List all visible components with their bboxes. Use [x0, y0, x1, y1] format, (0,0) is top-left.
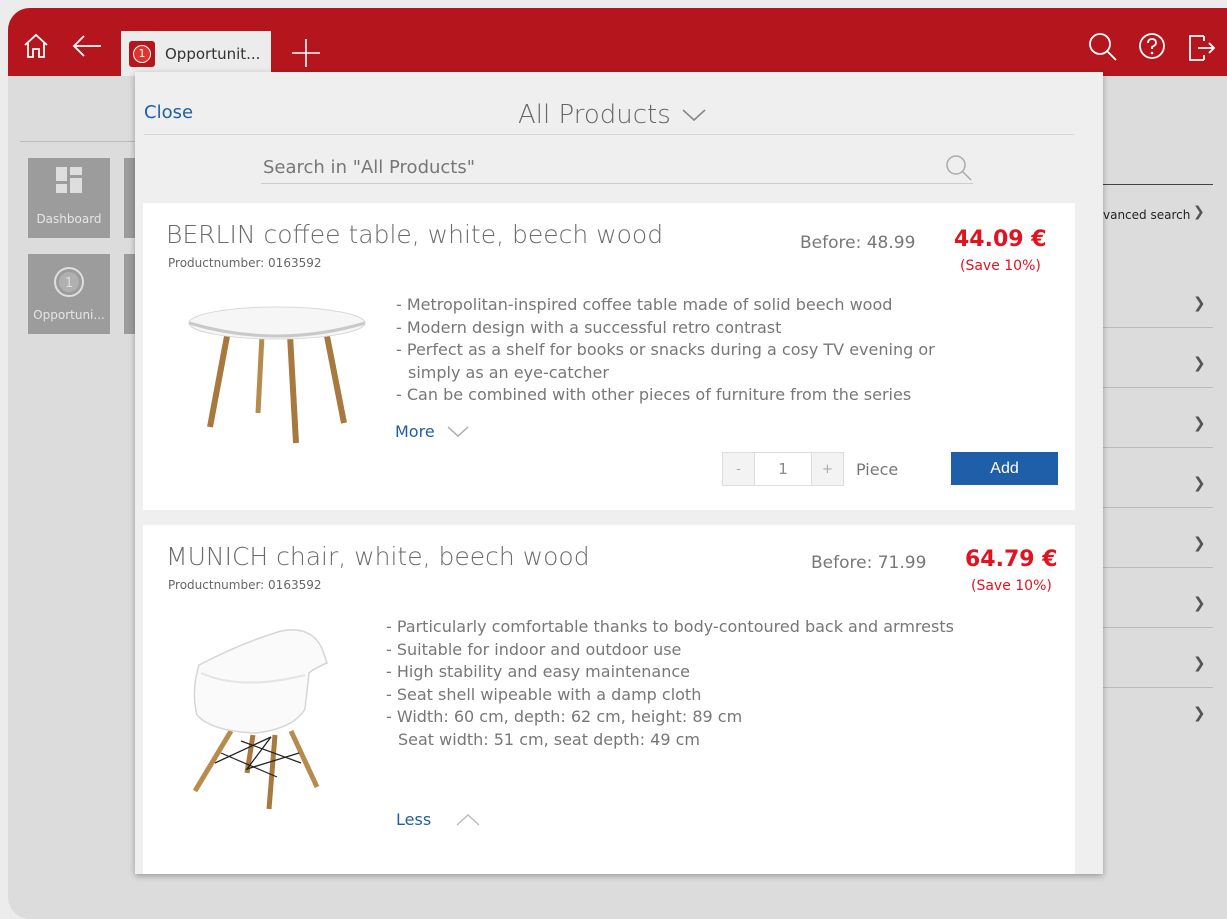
tile-label: Opportuni...	[33, 308, 105, 322]
chevron-down-icon	[682, 109, 706, 122]
advanced-search-link[interactable]: vanced search	[1103, 208, 1190, 222]
search-input[interactable]	[261, 152, 921, 182]
header-divider	[144, 134, 1074, 135]
more-toggle[interactable]: More	[395, 422, 469, 441]
product-name: BERLIN coffee table, white, beech wood	[166, 220, 664, 249]
quantity-value[interactable]: 1	[755, 452, 811, 486]
old-price: Before: 48.99	[800, 233, 916, 253]
discount-label: (Save 10%)	[960, 258, 1041, 274]
tab-opportunity[interactable]: 1 Opportunit...	[121, 31, 271, 76]
chevron-right-icon[interactable]: ❯	[1193, 594, 1206, 612]
product-name: MUNICH chair, white, beech wood	[166, 542, 590, 571]
close-button[interactable]: Close	[144, 102, 193, 123]
search-icon[interactable]	[945, 154, 973, 182]
increment-button[interactable]: +	[811, 452, 844, 486]
chevron-right-icon[interactable]: ❯	[1193, 654, 1206, 672]
product-card: MUNICH chair, white, beech wood Productn…	[143, 525, 1075, 874]
chevron-right-icon[interactable]: ❯	[1193, 294, 1206, 312]
chevron-down-icon	[447, 425, 469, 437]
chevron-right-icon[interactable]: ❯	[1193, 354, 1206, 372]
plus-icon[interactable]	[291, 38, 321, 72]
opportunity-icon: 1	[129, 40, 155, 67]
tab-label: Opportunit...	[165, 44, 261, 63]
top-bar: 1 Opportunit...	[8, 8, 1227, 76]
price: 44.09 €	[954, 227, 1047, 252]
product-number: Productnumber: 0163592	[168, 256, 322, 270]
back-arrow-icon[interactable]	[71, 32, 103, 64]
product-card: BERLIN coffee table, white, beech wood P…	[143, 203, 1075, 510]
svg-text:1: 1	[65, 276, 73, 291]
less-toggle[interactable]: Less	[396, 810, 481, 829]
coffee-table-image	[188, 306, 366, 444]
dashboard-tile[interactable]: Dashboard	[28, 158, 110, 238]
tile-label: Dashboard	[36, 212, 102, 226]
logout-icon[interactable]	[1186, 32, 1216, 66]
dashboard-icon	[56, 167, 82, 193]
product-description: - Metropolitan-inspired coffee table mad…	[396, 295, 935, 405]
chair-image	[192, 629, 328, 810]
category-dropdown[interactable]: All Products	[518, 100, 707, 130]
home-icon[interactable]	[22, 32, 50, 64]
add-button[interactable]: Add	[951, 452, 1058, 485]
chevron-right-icon[interactable]: ❯	[1193, 474, 1206, 492]
opportunity-icon: 1	[54, 267, 84, 297]
chevron-right-icon[interactable]: ❯	[1193, 534, 1206, 552]
decrement-button[interactable]: -	[722, 452, 755, 486]
product-description: - Particularly comfortable thanks to bod…	[386, 617, 954, 749]
discount-label: (Save 10%)	[971, 578, 1052, 594]
opportunity-tile[interactable]: 1 Opportuni...	[28, 254, 110, 334]
unit-label: Piece	[856, 460, 899, 479]
chevron-right-icon[interactable]: ❯	[1193, 414, 1206, 432]
chevron-right-icon[interactable]: ❯	[1193, 704, 1206, 722]
chevron-right-icon[interactable]: ❯	[1193, 204, 1205, 220]
product-number: Productnumber: 0163592	[168, 578, 322, 592]
modal-title: All Products	[518, 100, 671, 130]
quantity-stepper: - 1 +	[722, 452, 844, 486]
search-icon[interactable]	[1088, 32, 1118, 66]
help-icon[interactable]	[1138, 32, 1166, 64]
price: 64.79 €	[965, 547, 1058, 572]
chevron-up-icon	[456, 813, 480, 826]
search-bar	[261, 152, 973, 184]
product-picker-modal: Close All Products BERLIN coffee table, …	[135, 72, 1103, 874]
old-price: Before: 71.99	[811, 553, 927, 573]
